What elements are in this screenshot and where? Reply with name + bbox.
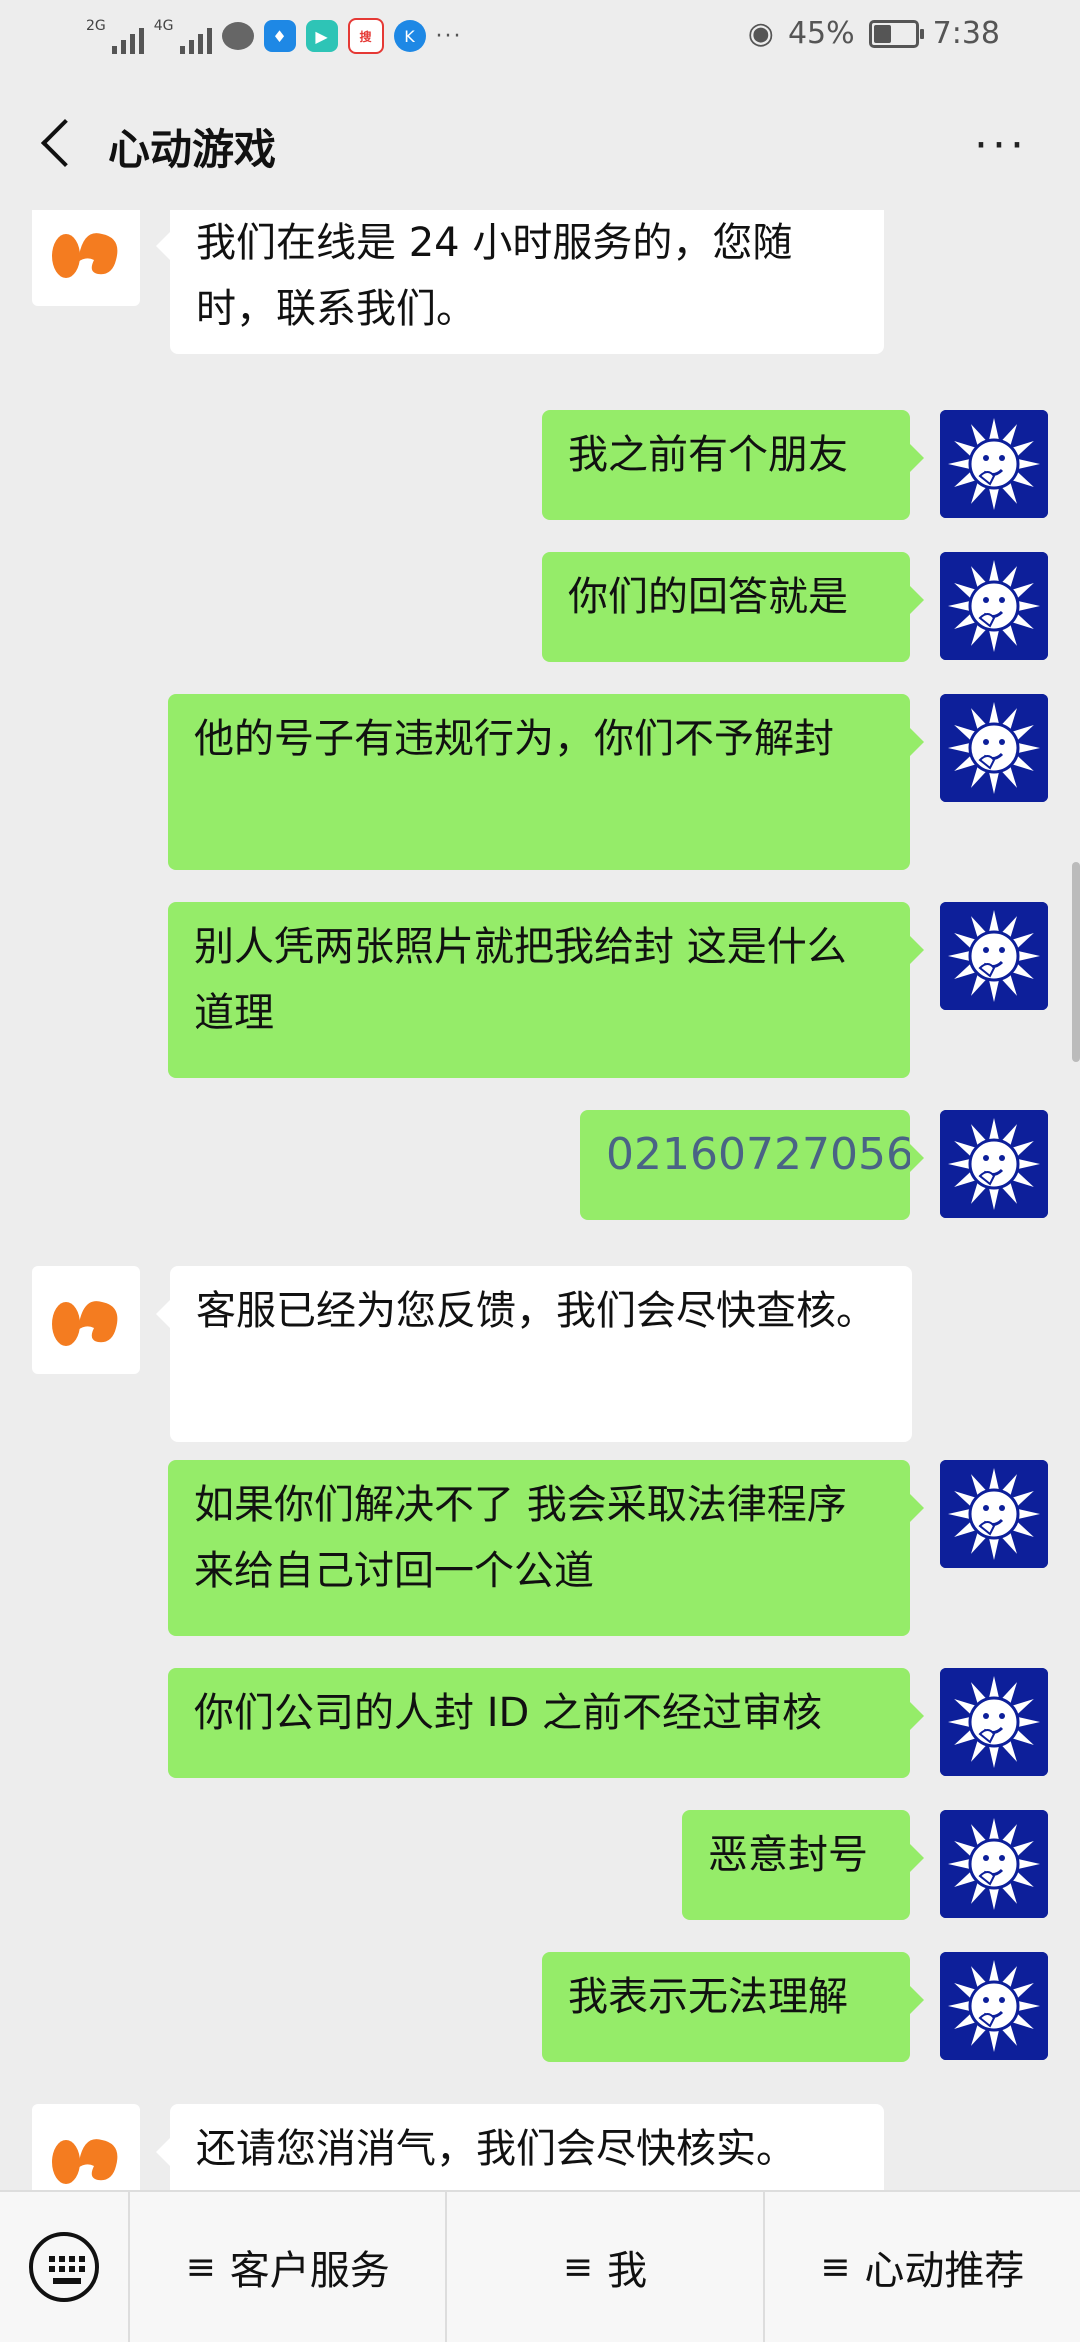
xd-logo-icon (52, 2139, 118, 2184)
qq-notification-icon: ♦ (263, 20, 296, 52)
kugou-notification-icon: K (393, 20, 426, 52)
message-bubble[interactable]: 如果你们解决不了 我会采取法律程序来给自己讨回一个公道 (168, 1460, 924, 1636)
sun-avatar-icon (940, 552, 1048, 660)
signal-2g-icon: 2G (86, 18, 144, 54)
user-avatar[interactable] (940, 1460, 1048, 1568)
battery-percent: 45% (787, 16, 855, 51)
xd-logo-icon (52, 1301, 118, 1346)
incoming-message: 还请您消消气，我们会尽快核实。 (0, 2094, 1080, 2190)
message-notification-icon (221, 22, 254, 50)
message-bubble[interactable]: 你们的回答就是 (542, 552, 924, 662)
chat-message-list[interactable]: 我们在线是 24 小时服务的，您随时，联系我们。我之前有个朋友 你们的回答就是他的… (0, 210, 1080, 2190)
message-bubble[interactable]: 客服已经为您反馈，我们会尽快查核。 (156, 1266, 912, 1442)
outgoing-message: 别人凭两张照片就把我给封 这是什么道理 (0, 902, 1080, 1078)
outgoing-message: 我表示无法理解 (0, 1952, 1080, 2062)
sun-avatar-icon (940, 1952, 1048, 2060)
scrollbar[interactable] (1072, 862, 1080, 1062)
service-avatar[interactable] (32, 1266, 140, 1374)
more-options-button[interactable]: ··· (974, 124, 1028, 168)
menu-list-icon: ≡ (185, 2246, 216, 2288)
more-notifications-icon: ··· (435, 23, 463, 49)
status-icons-right: ◉ 45% 7:38 (748, 16, 1000, 51)
user-avatar[interactable] (940, 902, 1048, 1010)
sun-avatar-icon (940, 1110, 1048, 1218)
message-bubble[interactable]: 别人凭两张照片就把我给封 这是什么道理 (168, 902, 924, 1078)
message-bubble[interactable]: 我之前有个朋友 (542, 410, 924, 520)
page-title: 心动游戏 (108, 125, 277, 174)
user-avatar[interactable] (940, 1810, 1048, 1918)
battery-icon (868, 19, 924, 48)
sun-avatar-icon (940, 694, 1048, 802)
message-bubble[interactable]: 我们在线是 24 小时服务的，您随时，联系我们。 (156, 210, 884, 354)
menu-label: 我 (607, 2248, 648, 2294)
outgoing-message: 你们公司的人封 ID 之前不经过审核 (0, 1668, 1080, 1778)
signal-2g-label: 2G (86, 18, 106, 34)
sun-avatar-icon (940, 1460, 1048, 1568)
menu-label: 心动推荐 (864, 2248, 1025, 2294)
message-bubble[interactable]: 02160727056 (580, 1110, 924, 1220)
status-bar: 2G 4G ♦ ▶ 搜 K ··· ◉ 45% 7:38 (0, 0, 1080, 80)
user-avatar[interactable] (940, 1110, 1048, 1218)
user-avatar[interactable] (940, 410, 1048, 518)
service-avatar[interactable] (32, 2104, 140, 2190)
user-avatar[interactable] (940, 1668, 1048, 1776)
incoming-message: 我们在线是 24 小时服务的，您随时，联系我们。 (0, 210, 1080, 354)
message-bubble[interactable]: 他的号子有违规行为，你们不予解封 (168, 694, 924, 870)
service-avatar[interactable] (32, 210, 140, 306)
message-bubble[interactable]: 你们公司的人封 ID 之前不经过审核 (168, 1668, 924, 1778)
chat-header: 心动游戏 ··· (0, 80, 1080, 210)
outgoing-message: 如果你们解决不了 我会采取法律程序来给自己讨回一个公道 (0, 1460, 1080, 1636)
outgoing-message: 恶意封号 (0, 1810, 1080, 1920)
sun-avatar-icon (940, 410, 1048, 518)
user-avatar[interactable] (940, 694, 1048, 802)
menu-list-icon: ≡ (562, 2246, 594, 2288)
incoming-message: 客服已经为您反馈，我们会尽快查核。 (0, 1252, 1080, 1442)
sun-avatar-icon (940, 1668, 1048, 1776)
message-bubble[interactable]: 恶意封号 (682, 1810, 924, 1920)
back-arrow-icon (40, 118, 90, 168)
clock: 7:38 (932, 16, 1000, 51)
message-bubble[interactable]: 我表示无法理解 (542, 1952, 924, 2062)
sohu-video-notification-icon: 搜 (347, 18, 384, 54)
user-avatar[interactable] (940, 552, 1048, 660)
outgoing-message: 他的号子有违规行为，你们不予解封 (0, 694, 1080, 870)
user-avatar[interactable] (940, 1952, 1048, 2060)
bottom-menu: ≡ 客户服务 ≡ 我 ≡ 心动推荐 (0, 2190, 1080, 2342)
xd-logo-icon (52, 233, 118, 278)
menu-me[interactable]: ≡ 我 (447, 2192, 765, 2342)
signal-4g-icon: 4G (154, 18, 212, 54)
keyboard-toggle-button[interactable] (0, 2192, 130, 2342)
message-bubble[interactable]: 还请您消消气，我们会尽快核实。 (156, 2104, 884, 2190)
menu-recommend[interactable]: ≡ 心动推荐 (765, 2192, 1080, 2342)
sun-avatar-icon (940, 1810, 1048, 1918)
status-icons-left: 2G 4G ♦ ▶ 搜 K ··· (86, 18, 463, 54)
outgoing-message: 你们的回答就是 (0, 552, 1080, 662)
battery-fill (873, 24, 891, 43)
video-app-notification-icon: ▶ (305, 20, 338, 52)
menu-label: 客户服务 (229, 2248, 390, 2294)
signal-4g-label: 4G (153, 18, 174, 34)
back-button[interactable] (24, 110, 94, 180)
menu-list-icon: ≡ (820, 2246, 851, 2288)
keyboard-icon (29, 2232, 99, 2302)
outgoing-message: 02160727056 (0, 1110, 1080, 1220)
sun-avatar-icon (940, 902, 1048, 1010)
eye-comfort-icon: ◉ (747, 16, 774, 51)
outgoing-message: 我之前有个朋友 (0, 410, 1080, 520)
menu-customer-service[interactable]: ≡ 客户服务 (130, 2192, 448, 2342)
